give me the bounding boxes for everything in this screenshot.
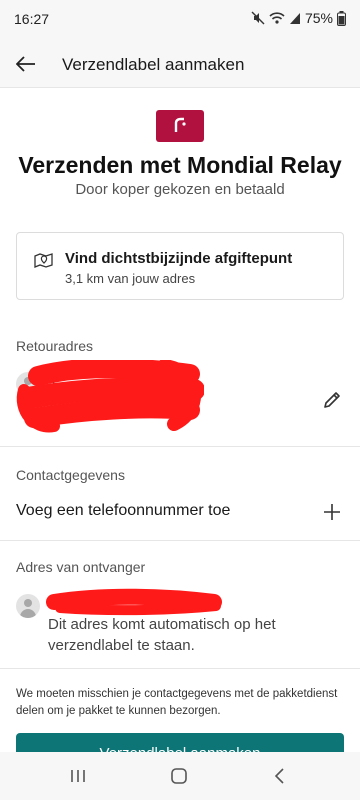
dropoff-title: Vind dichtstbijzijnde afgiftepunt xyxy=(65,250,293,267)
chevron-left-icon xyxy=(274,768,284,784)
receiver-address-label: Adres van ontvanger xyxy=(16,559,146,575)
app-bar: Verzendlabel aanmaken xyxy=(0,40,360,88)
status-icons: 75% xyxy=(251,10,346,26)
wifi-icon xyxy=(269,11,285,25)
recent-apps-button[interactable] xyxy=(66,764,90,788)
return-address-label: Retouradres xyxy=(16,338,94,354)
status-time: 16:27 xyxy=(14,11,50,27)
mute-icon xyxy=(251,11,265,25)
hero-title: Verzenden met Mondial Relay xyxy=(18,152,342,178)
dropoff-point-card[interactable]: Vind dichtstbijzijnde afgiftepunt 3,1 km… xyxy=(16,232,344,300)
signal-icon xyxy=(289,11,301,25)
battery-icon xyxy=(337,10,346,26)
dropoff-distance: 3,1 km van jouw adres xyxy=(65,271,196,286)
return-address-street: Hoko xyxy=(58,392,94,409)
edit-return-address-button[interactable] xyxy=(320,388,344,412)
system-nav-bar xyxy=(0,752,360,800)
mondial-relay-logo xyxy=(156,110,204,142)
divider xyxy=(0,540,360,541)
avatar xyxy=(16,372,40,396)
add-phone-button[interactable] xyxy=(320,500,344,524)
plus-icon xyxy=(324,504,340,520)
home-button[interactable] xyxy=(167,764,191,788)
hero-subtitle: Door koper gekozen en betaald xyxy=(75,181,285,198)
home-icon xyxy=(171,768,187,784)
back-nav-button[interactable] xyxy=(268,764,292,788)
return-address-city: 3 xyxy=(48,410,57,427)
contact-label: Contactgegevens xyxy=(16,467,125,483)
page-title: Verzendlabel aanmaken xyxy=(62,55,245,74)
info-text: We moeten misschien je contactgegevens m… xyxy=(16,688,338,717)
redaction-scribble xyxy=(16,360,204,433)
receiver-name: PAR LL xyxy=(48,594,96,610)
recent-apps-icon xyxy=(71,770,85,782)
divider xyxy=(0,446,360,447)
status-bar: 16:27 75% xyxy=(0,0,360,40)
avatar xyxy=(16,594,40,618)
arrow-left-icon xyxy=(16,56,35,72)
back-button[interactable] xyxy=(10,48,42,80)
divider xyxy=(0,668,360,669)
map-pin-icon xyxy=(34,251,54,274)
battery-text: 75% xyxy=(304,10,333,26)
receiver-note: Dit adres komt automatisch op het verzen… xyxy=(48,616,276,654)
return-address-name: J xyxy=(48,374,56,391)
add-phone-number[interactable]: Voeg een telefoonnummer toe xyxy=(16,502,230,520)
pencil-icon xyxy=(324,392,340,408)
